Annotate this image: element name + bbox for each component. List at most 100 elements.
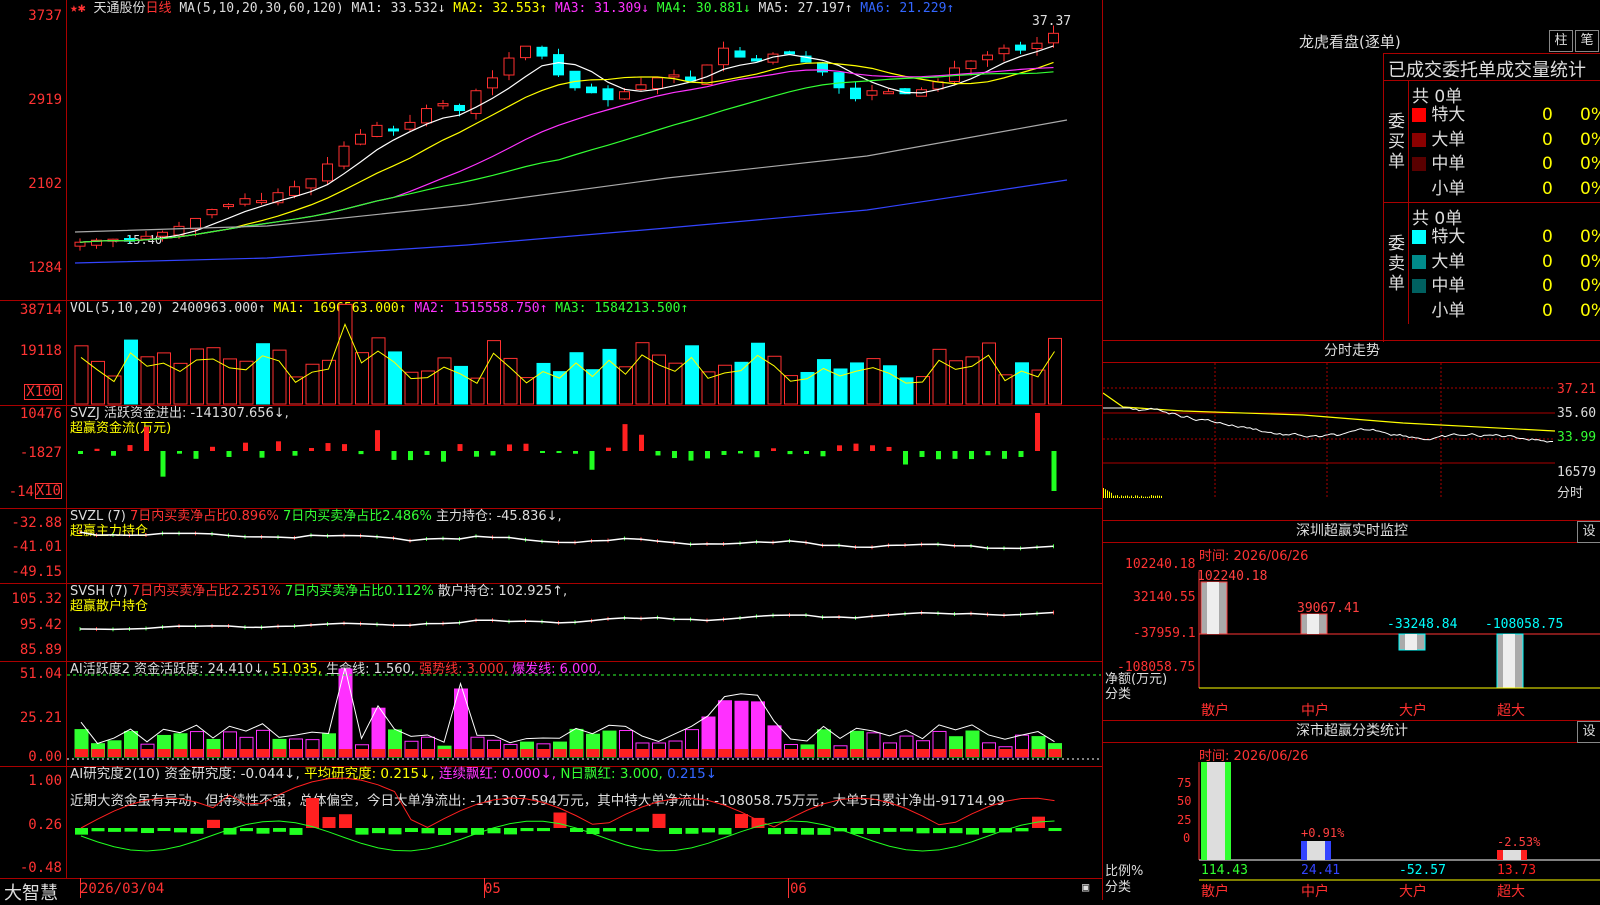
volume-bar (305, 363, 320, 405)
month-05: 05 (484, 881, 501, 897)
price-panel[interactable]: 3737 2919 2102 1284 ★✱ 天通股份日线 MA(5,10,20… (0, 0, 1102, 301)
flow-bar (507, 444, 512, 451)
main-position-line (79, 531, 1054, 550)
lhb-subtitle: 已成交委托单成交量统计 (1388, 60, 1586, 81)
svzj-panel[interactable]: 10476 -1827 -14 X10 SVZJ 活跃资金进出: -141307… (0, 405, 1102, 509)
volume-bar (965, 356, 980, 405)
flow-bar (787, 451, 793, 455)
ai-activity-panel[interactable]: 51.04 25.21 0.00 AI活跃度2 资金活跃度: 24.410↓, … (0, 661, 1102, 767)
monitor-bar-shine (1405, 634, 1417, 650)
flow-bar (309, 448, 314, 451)
vol-axis: 38714 19118 X100 (0, 300, 67, 405)
candle (190, 217, 201, 230)
flow-bar (540, 451, 545, 454)
intraday-vol-bar (1119, 496, 1120, 498)
volume-bar (272, 349, 287, 405)
svzj-axis: 10476 -1827 -14 X10 (0, 405, 67, 508)
svsh-chart[interactable] (67, 583, 1101, 661)
flow-bar (1018, 451, 1024, 457)
svzl-panel[interactable]: -32.88 -41.01 -49.15 SVZL (7) 7日内买卖净占比0.… (0, 508, 1102, 584)
column-view-button[interactable]: 柱 (1549, 30, 1573, 52)
price-chart[interactable] (67, 0, 1101, 300)
candle (833, 72, 845, 89)
monitor-category: 超大 (1497, 703, 1525, 719)
candle (553, 54, 564, 76)
svzl-chart[interactable] (67, 508, 1101, 583)
svzj-chart[interactable] (67, 405, 1101, 508)
volume-bar (140, 356, 155, 405)
activity-base (487, 749, 501, 757)
lock-icon[interactable]: ▣ (1082, 880, 1089, 894)
activity-base (240, 749, 253, 757)
classify-settings-button[interactable]: 设 (1577, 721, 1600, 743)
lhb-row-label: 小单 (1431, 178, 1466, 199)
intraday-vol-bar (1145, 496, 1146, 498)
volume-bar (817, 359, 831, 405)
research-bar (174, 828, 187, 833)
intraday-panel[interactable]: 分时走势 37.21 35.60 33.99 16579 分时 (1103, 340, 1600, 521)
candle (965, 60, 977, 70)
activity-base (867, 749, 880, 757)
ai-activity-chart[interactable] (67, 661, 1101, 766)
intraday-vol-bar (1121, 495, 1122, 498)
candle (586, 86, 597, 94)
activity-base (520, 749, 534, 757)
flow-bar (672, 451, 677, 459)
ai-research-panel[interactable]: 1.00 0.26 -0.48 AI研究度2(10) 资金研究度: -0.044… (0, 766, 1102, 879)
activity-base (685, 749, 699, 757)
volume-bar (421, 370, 435, 405)
flow-bar (177, 451, 182, 454)
activity-base (157, 749, 171, 757)
activity-base (421, 749, 435, 757)
volume-bar (404, 371, 419, 405)
research-bar (421, 828, 435, 834)
research-bar (75, 828, 88, 835)
price-axis: 3737 2919 2102 1284 (0, 0, 67, 300)
intraday-chart[interactable] (1103, 363, 1555, 520)
volume-panel[interactable]: 38714 19118 X100 VOL(5,10,20) 2400963.00… (0, 300, 1102, 406)
flow-bar (292, 451, 298, 456)
research-bar (900, 828, 913, 832)
volume-bar (1048, 337, 1062, 405)
flow-bar (127, 445, 133, 451)
classify-category: 中户 (1301, 883, 1329, 900)
intraday-vol-bar (1149, 496, 1150, 498)
price-tick: 2102 (28, 176, 62, 192)
classify-bar-shine (1503, 850, 1521, 860)
month-06: 06 (790, 881, 807, 897)
tick-view-button[interactable]: 笔 (1575, 30, 1599, 52)
classify-category: 大户 (1399, 883, 1427, 900)
chart-area[interactable]: 3737 2919 2102 1284 ★✱ 天通股份日线 MA(5,10,20… (0, 0, 1102, 904)
intraday-vol-bar (1151, 495, 1152, 498)
lhb-row-pct: 0% (1580, 178, 1600, 199)
intraday-tick: 35.60 (1557, 406, 1597, 421)
activity-base (966, 749, 979, 757)
lhb-row-label: 大单 (1431, 251, 1466, 272)
volume-bar (91, 360, 105, 405)
intraday-vol-tick: 16579 (1557, 465, 1597, 480)
candle (355, 133, 366, 145)
ai-research-chart[interactable] (67, 766, 1101, 878)
activity-base (768, 749, 781, 757)
svzj-tick: -1827 (19, 445, 62, 461)
svsh-panel[interactable]: 105.32 95.42 85.89 SVSH (7) 7日内买卖净占比2.25… (0, 583, 1102, 662)
activity-base (1015, 749, 1029, 757)
flow-bar (144, 426, 149, 451)
volume-bar (784, 375, 798, 405)
volume-chart[interactable] (67, 300, 1101, 405)
monitor-settings-button[interactable]: 设 (1577, 521, 1600, 543)
classify-chart[interactable]: 114.43 散户 +0.91% 24.41 中户 -52.57 大户 -2.53% 13.73… (1103, 742, 1600, 900)
research-bar (685, 828, 699, 834)
brand-label[interactable]: 大智慧 (4, 879, 58, 905)
candle (256, 200, 267, 204)
monitor-chart[interactable]: 102240.18 散户 39067.41 中户 -33248.84 大户 -108058.… (1103, 542, 1600, 720)
intraday-vol-bar (1129, 496, 1130, 498)
research-bar (586, 828, 600, 835)
activity-base (669, 749, 682, 757)
lhb-row-label: 特大 (1431, 227, 1466, 247)
lhb-row: 小单 0 0% (1412, 178, 1600, 200)
color-swatch-icon (1412, 279, 1426, 293)
activity-base (900, 749, 913, 757)
candle (668, 74, 680, 78)
retail-position-line (79, 611, 1054, 631)
